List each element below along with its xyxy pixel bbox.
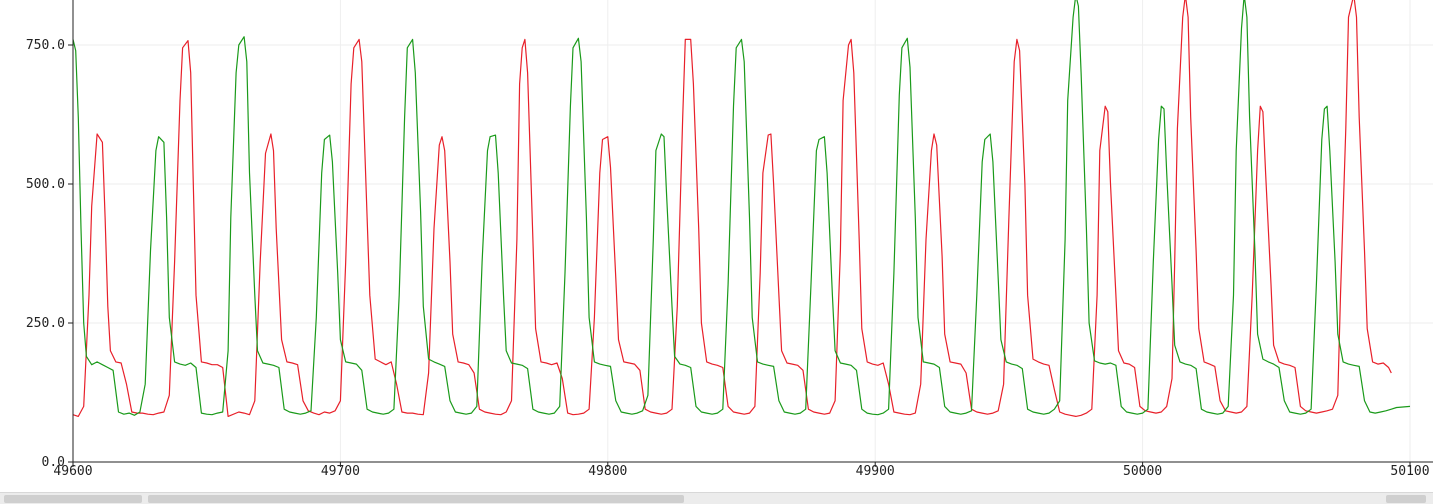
serial-plotter-window: 49600 49700 49800 49900 50000 50100 0.0 250.0 5…	[0, 0, 1433, 504]
line-chart: 49600 49700 49800 49900 50000 50100 0.0250.05…	[26, 0, 1433, 479]
x-tick-label: 49700	[321, 464, 360, 479]
series-layer	[72, 0, 1411, 417]
scroll-thumb-right[interactable]	[1386, 495, 1426, 503]
x-tick-label: 49800	[588, 464, 627, 479]
series-line-1	[72, 0, 1392, 417]
y-tick-label: 250.0	[26, 316, 65, 331]
series-line-2	[72, 0, 1411, 416]
x-tick-label: 49900	[856, 464, 895, 479]
scroll-thumb-main[interactable]	[148, 495, 684, 503]
y-tick-label: 750.0	[26, 38, 65, 53]
scroll-thumb-left[interactable]	[4, 495, 142, 503]
x-tick-labels: 49600 49700 49800 49900 50000 50100	[53, 464, 1429, 479]
y-tick-label: 500.0	[26, 177, 65, 192]
y-tick-label: 0.0	[42, 455, 65, 470]
x-tick-label: 50000	[1123, 464, 1162, 479]
horizontal-scrollbar[interactable]	[0, 492, 1433, 504]
y-tick-labels: 0.0 250.0 500.0 750.0	[26, 38, 65, 470]
x-tick-label: 50100	[1390, 464, 1429, 479]
